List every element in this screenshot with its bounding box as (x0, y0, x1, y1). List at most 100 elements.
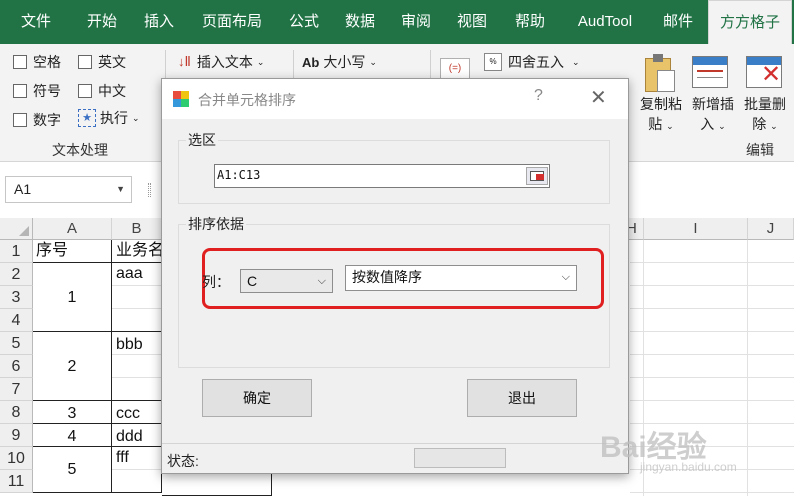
dialog-title-bar: 合并单元格排序 ? ✕ (162, 79, 628, 119)
row-header-3[interactable]: 3 (0, 286, 33, 309)
cell-b10[interactable]: fff (112, 447, 162, 470)
insert-text-icon: ↓Ⅱ (178, 54, 191, 69)
formula-bar-grip-icon (148, 183, 151, 197)
chevron-down-icon: ⌵ (317, 275, 326, 287)
row-header-5[interactable]: 5 (0, 332, 33, 355)
tab-view[interactable]: 视图 (448, 0, 496, 44)
column-select-value: C (247, 273, 258, 289)
cell-b6[interactable] (112, 355, 162, 378)
checkbox-english[interactable]: 英文 (78, 52, 126, 72)
clipboard-paste-icon (643, 54, 677, 94)
checkbox-symbol[interactable]: 符号 (13, 81, 61, 101)
cell-a8[interactable]: 3 (33, 401, 112, 424)
copy-paste-button[interactable]: 复制粘 贴 ⌄ (632, 94, 690, 136)
range-group-label: 选区 (186, 130, 218, 150)
row-header-10[interactable]: 10 (0, 447, 33, 470)
cell-b1[interactable]: 业务名 (112, 240, 162, 263)
chevron-down-icon: ⌄ (718, 121, 726, 131)
checkbox-box-icon (78, 55, 92, 69)
row-header-9[interactable]: 9 (0, 424, 33, 447)
row-header-1[interactable]: 1 (0, 240, 33, 263)
cell-a5-merged[interactable]: 2 (33, 332, 112, 401)
sort-order-select[interactable]: 按数值降序 ⌵ (345, 265, 577, 291)
select-all-corner[interactable] (0, 218, 33, 240)
checkbox-space[interactable]: 空格 (13, 52, 61, 72)
cell-b4[interactable] (112, 309, 162, 332)
round-button[interactable]: % 四舍五入 ⌄ (484, 52, 580, 72)
tab-page-layout[interactable]: 页面布局 (192, 0, 272, 44)
ok-button[interactable]: 确定 (202, 379, 312, 417)
cell-a2-merged[interactable]: 1 (33, 263, 112, 332)
row-header-8[interactable]: 8 (0, 401, 33, 424)
round-icon: % (484, 53, 502, 71)
insert-text-label: 插入文本 (196, 54, 253, 70)
tab-help[interactable]: 帮助 (506, 0, 554, 44)
tab-fangfang-gezi[interactable]: 方方格子 (708, 0, 792, 44)
row-header-4[interactable]: 4 (0, 309, 33, 332)
exit-button[interactable]: 退出 (467, 379, 577, 417)
status-label: 状态: (167, 453, 199, 469)
case-button[interactable]: Ab 大小写 ⌄ (302, 52, 377, 72)
checkbox-number-label: 数字 (33, 112, 61, 128)
checkbox-box-icon (13, 113, 27, 127)
tab-audtool[interactable]: AudTool (566, 0, 644, 44)
row-header-7[interactable]: 7 (0, 378, 33, 401)
cell-b8[interactable]: ccc (112, 401, 162, 424)
checkbox-box-icon (13, 55, 27, 69)
add-insert-label-2-text: 入 (700, 116, 715, 132)
tab-review[interactable]: 审阅 (392, 0, 440, 44)
column-header-i[interactable]: I (644, 218, 748, 240)
column-select[interactable]: C ⌵ (240, 269, 333, 293)
tab-mail[interactable]: 邮件 (654, 0, 702, 44)
column-header-b[interactable]: B (112, 218, 162, 240)
cell-b3[interactable] (112, 286, 162, 309)
cell-b7[interactable] (112, 378, 162, 401)
cell-b2[interactable]: aaa (112, 263, 162, 286)
tab-home[interactable]: 开始 (72, 0, 132, 44)
chevron-down-icon: ⌄ (132, 112, 140, 123)
grid-vline (747, 240, 748, 496)
ribbon-tab-bar: 文件 开始 插入 页面布局 公式 数据 审阅 视图 帮助 AudTool 邮件 … (0, 0, 794, 44)
copy-paste-label-2: 贴 ⌄ (632, 114, 690, 136)
app-icon (173, 91, 189, 107)
column-label: 列： (202, 274, 230, 290)
cell-b9[interactable]: ddd (112, 424, 162, 447)
sort-basis-group-label: 排序依据 (186, 214, 246, 234)
checkbox-number[interactable]: 数字 (13, 110, 61, 130)
round-label: 四舍五入 (508, 54, 564, 70)
insert-rows-icon (692, 56, 728, 88)
tab-insert[interactable]: 插入 (132, 0, 186, 44)
range-picker-icon[interactable] (526, 167, 548, 185)
row-header-6[interactable]: 6 (0, 355, 33, 378)
execute-button[interactable]: ★ 执行 ⌄ (78, 108, 140, 128)
column-header-a[interactable]: A (33, 218, 112, 240)
checkbox-chinese[interactable]: 中文 (78, 81, 126, 101)
row-header-11[interactable]: 11 (0, 470, 33, 493)
add-insert-button[interactable]: 新增插 入 ⌄ (684, 94, 742, 136)
checkbox-english-label: 英文 (98, 54, 126, 70)
group-label-edit: 编辑 (746, 142, 774, 158)
chevron-down-icon: ⌵ (561, 271, 570, 283)
execute-label: 执行 (100, 110, 128, 126)
cell-b11[interactable] (112, 470, 162, 493)
help-button[interactable]: ? (534, 87, 543, 105)
tab-formulas[interactable]: 公式 (280, 0, 328, 44)
tab-data[interactable]: 数据 (336, 0, 384, 44)
range-input[interactable]: A1:C13 (214, 164, 550, 188)
cell-a10-merged[interactable]: 5 (33, 447, 112, 493)
execute-star-icon: ★ (78, 109, 96, 127)
cell-a1[interactable]: 序号 (33, 240, 112, 263)
baidu-watermark-url: jingyan.baidu.com (640, 460, 737, 474)
close-button[interactable]: ✕ (590, 85, 607, 110)
formula-check-icon[interactable]: (=) (440, 58, 470, 80)
cell-a9[interactable]: 4 (33, 424, 112, 447)
cell-c11[interactable] (162, 474, 272, 496)
insert-text-button[interactable]: ↓Ⅱ 插入文本 ⌄ (178, 52, 264, 72)
row-header-2[interactable]: 2 (0, 263, 33, 286)
name-box[interactable]: A1 ▼ (5, 176, 132, 203)
batch-delete-button[interactable]: 批量删 除 ⌄ (736, 94, 794, 136)
column-header-j[interactable]: J (748, 218, 794, 240)
chevron-down-icon[interactable]: ▼ (116, 177, 125, 202)
cell-b5[interactable]: bbb (112, 332, 162, 355)
tab-file[interactable]: 文件 (8, 0, 64, 44)
